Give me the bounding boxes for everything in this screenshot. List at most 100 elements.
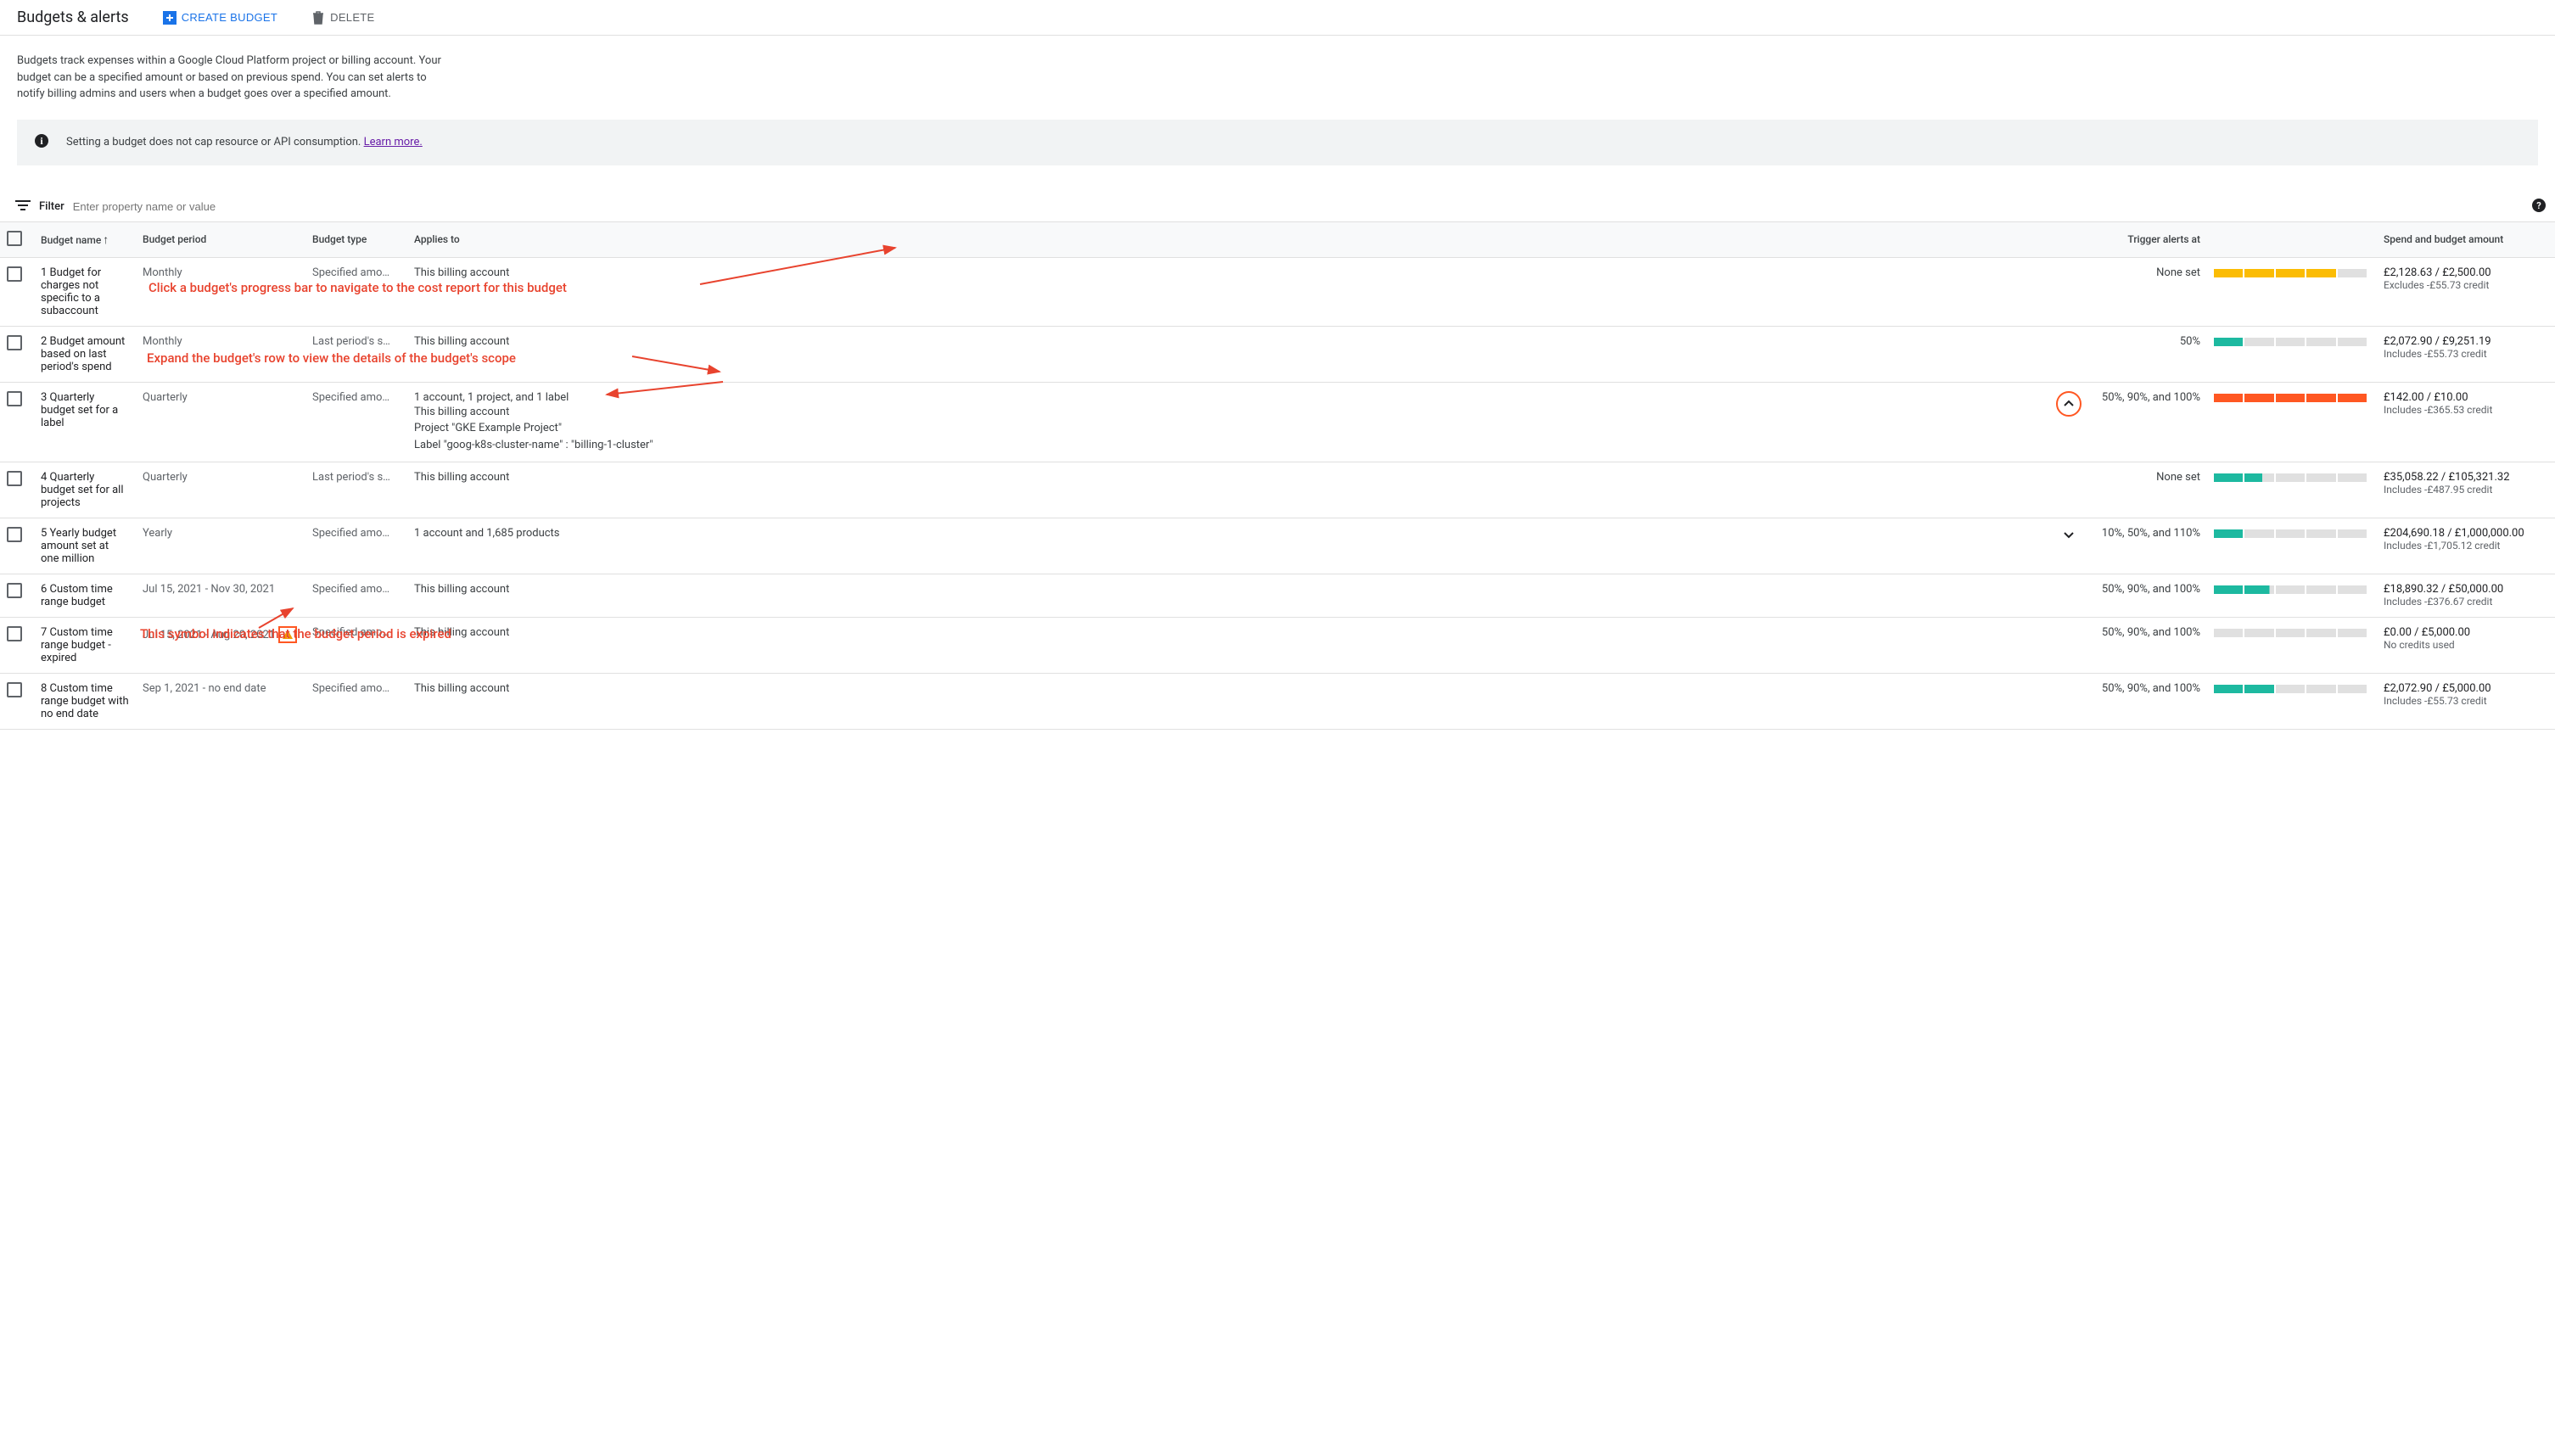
progress-segment: [2214, 685, 2243, 693]
progress-segment: [2306, 269, 2335, 277]
budget-type-cell: Specified amo…: [305, 674, 407, 730]
budget-name-cell[interactable]: 8 Custom time range budget with no end d…: [34, 674, 136, 730]
budget-type-cell: Specified amo…: [305, 257, 407, 326]
progress-segment: [2306, 685, 2335, 693]
row-checkbox[interactable]: [7, 335, 22, 350]
col-header-applies[interactable]: Applies to: [407, 221, 2049, 257]
amount-cell: £2,072.90 / £5,000.00Includes -£55.73 cr…: [2377, 674, 2555, 730]
trigger-alerts-cell: 50%, 90%, and 100%: [2088, 674, 2207, 730]
select-all-checkbox[interactable]: [7, 231, 22, 246]
progress-segment: [2338, 394, 2367, 402]
table-row: 2 Budget amount based on last period's s…: [0, 326, 2555, 382]
progress-segment: [2276, 269, 2305, 277]
progress-segment: [2338, 529, 2367, 538]
progress-segment: [2214, 338, 2243, 346]
col-header-spend[interactable]: Spend and budget amount: [2377, 221, 2555, 257]
table-row: 3 Quarterly budget set for a labelQuarte…: [0, 382, 2555, 462]
budget-name-cell[interactable]: 4 Quarterly budget set for all projects: [34, 462, 136, 518]
table-row: 4 Quarterly budget set for all projectsQ…: [0, 462, 2555, 518]
budget-name-cell[interactable]: 6 Custom time range budget: [34, 574, 136, 618]
description-text: Budgets track expenses within a Google C…: [17, 53, 441, 103]
progress-segment: [2214, 629, 2243, 637]
table-row: 7 Custom time range budget - expiredJul …: [0, 618, 2555, 674]
amount-cell: £0.00 / £5,000.00No credits used: [2377, 618, 2555, 674]
svg-text:?: ?: [2536, 200, 2541, 211]
trigger-alerts-cell: 50%, 90%, and 100%: [2088, 574, 2207, 618]
budget-name-cell[interactable]: 3 Quarterly budget set for a label: [34, 382, 136, 462]
filter-input[interactable]: [73, 200, 2555, 213]
budgets-table: Budget name↑ Budget period Budget type A…: [0, 221, 2555, 731]
applies-to-cell: 1 account and 1,685 products: [407, 518, 2049, 574]
progress-segment: [2338, 473, 2367, 482]
progress-bar[interactable]: [2214, 394, 2367, 402]
learn-more-link[interactable]: Learn more.: [364, 136, 423, 148]
progress-segment: [2244, 629, 2273, 637]
create-budget-button[interactable]: CREATE BUDGET: [163, 11, 277, 25]
applies-to-cell: This billing account: [407, 462, 2049, 518]
row-checkbox[interactable]: [7, 527, 22, 542]
applies-to-cell: This billing account: [407, 574, 2049, 618]
progress-segment: [2214, 585, 2243, 594]
col-header-name[interactable]: Budget name↑: [34, 221, 136, 257]
banner-text: Setting a budget does not cap resource o…: [66, 136, 423, 148]
chevron-down-icon[interactable]: [2061, 527, 2076, 542]
filter-label: Filter: [39, 200, 64, 213]
page-title: Budgets & alerts: [17, 8, 129, 26]
info-banner: i Setting a budget does not cap resource…: [17, 120, 2538, 165]
col-header-period[interactable]: Budget period: [136, 221, 305, 257]
chevron-up-icon[interactable]: [2056, 391, 2082, 417]
budget-name-cell[interactable]: 7 Custom time range budget - expired: [34, 618, 136, 674]
row-checkbox[interactable]: [7, 682, 22, 697]
row-checkbox[interactable]: [7, 583, 22, 598]
progress-bar[interactable]: [2214, 338, 2367, 346]
row-checkbox[interactable]: [7, 391, 22, 406]
progress-segment: [2306, 473, 2335, 482]
progress-segment: [2306, 529, 2335, 538]
applies-to-cell: This billing account: [407, 326, 2049, 382]
page-container: Budgets & alerts CREATE BUDGET DELETE Bu…: [0, 0, 2555, 730]
progress-segment: [2244, 338, 2273, 346]
applies-to-cell: This billing account: [407, 674, 2049, 730]
budget-name-cell[interactable]: 5 Yearly budget amount set at one millio…: [34, 518, 136, 574]
progress-segment: [2214, 269, 2243, 277]
progress-segment: [2276, 685, 2305, 693]
progress-bar[interactable]: [2214, 629, 2367, 637]
budget-type-cell: Specified amo…: [305, 574, 407, 618]
budget-name-cell[interactable]: 1 Budget for charges not specific to a s…: [34, 257, 136, 326]
row-checkbox[interactable]: [7, 626, 22, 641]
progress-bar[interactable]: [2214, 685, 2367, 693]
progress-segment: [2306, 394, 2335, 402]
progress-segment: [2338, 338, 2367, 346]
budget-period-cell: Jul 15, 2021 - Aug 20, 2021: [136, 618, 305, 674]
trigger-alerts-cell: None set: [2088, 462, 2207, 518]
progress-bar[interactable]: [2214, 585, 2367, 594]
table-row: 8 Custom time range budget with no end d…: [0, 674, 2555, 730]
progress-segment: [2244, 585, 2273, 594]
table-row: 1 Budget for charges not specific to a s…: [0, 257, 2555, 326]
progress-bar[interactable]: [2214, 269, 2367, 277]
delete-button[interactable]: DELETE: [311, 11, 374, 25]
progress-segment: [2276, 585, 2305, 594]
col-header-type[interactable]: Budget type: [305, 221, 407, 257]
amount-cell: £2,128.63 / £2,500.00Excludes -£55.73 cr…: [2377, 257, 2555, 326]
content-area: Budgets track expenses within a Google C…: [0, 36, 2555, 193]
budget-period-cell: Monthly: [136, 326, 305, 382]
budget-period-cell: Jul 15, 2021 - Nov 30, 2021: [136, 574, 305, 618]
progress-bar[interactable]: [2214, 473, 2367, 482]
progress-segment: [2276, 529, 2305, 538]
budget-type-cell: Specified amo…: [305, 618, 407, 674]
help-icon[interactable]: ?: [2531, 198, 2547, 216]
budget-type-cell: Specified amo…: [305, 518, 407, 574]
progress-segment: [2338, 629, 2367, 637]
row-checkbox[interactable]: [7, 266, 22, 282]
progress-segment: [2276, 338, 2305, 346]
col-header-trigger[interactable]: Trigger alerts at: [2088, 221, 2207, 257]
budget-name-cell[interactable]: 2 Budget amount based on last period's s…: [34, 326, 136, 382]
row-checkbox[interactable]: [7, 471, 22, 486]
progress-bar[interactable]: [2214, 529, 2367, 538]
budget-type-cell: Last period's s…: [305, 462, 407, 518]
progress-segment: [2244, 269, 2273, 277]
budget-period-cell: Monthly: [136, 257, 305, 326]
progress-segment: [2276, 394, 2305, 402]
progress-segment: [2306, 338, 2335, 346]
